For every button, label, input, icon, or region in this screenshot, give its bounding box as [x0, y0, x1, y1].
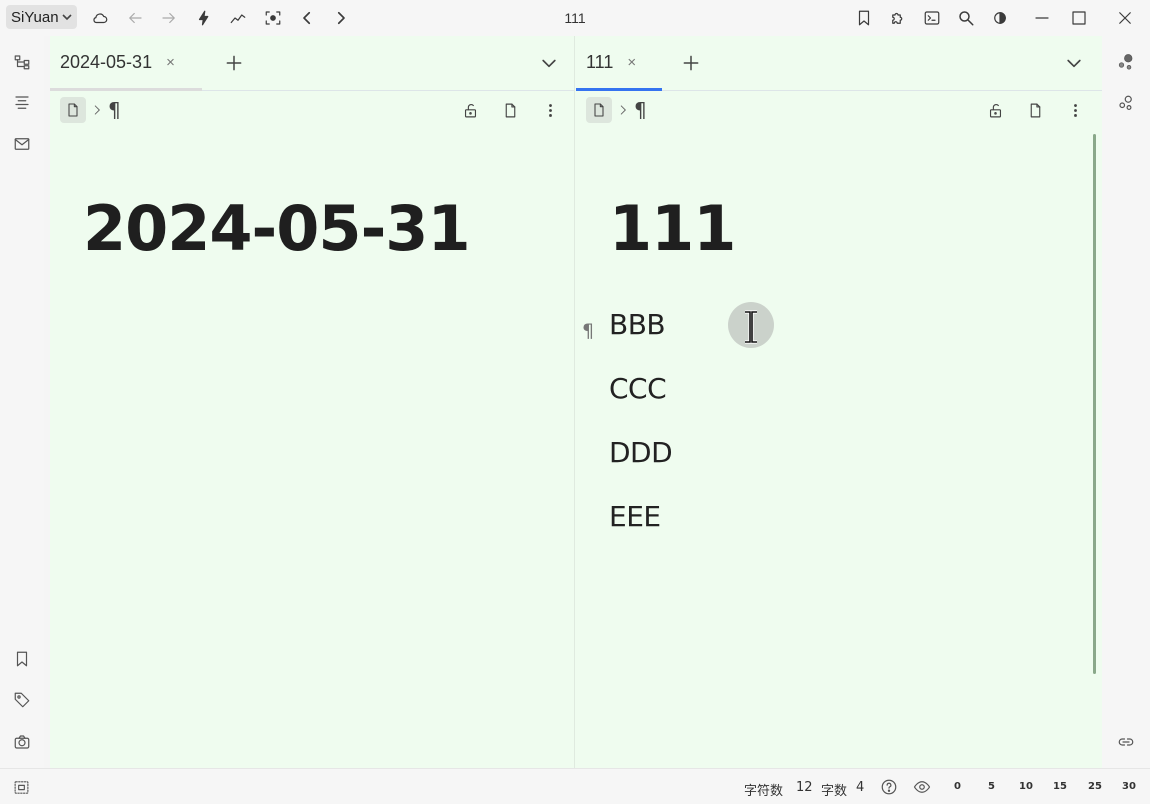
global-graph-icon[interactable] — [1115, 92, 1137, 114]
bookmark-icon[interactable] — [854, 8, 874, 28]
zoom-mark[interactable]: 10 — [1019, 781, 1033, 792]
document-icon[interactable] — [60, 97, 86, 123]
zoom-mark[interactable]: 5 — [988, 781, 995, 792]
more-icon[interactable] — [1065, 100, 1085, 120]
help-icon[interactable] — [878, 776, 900, 798]
minimize-icon[interactable] — [1032, 8, 1052, 28]
tab-bar: 2024-05-31 × — [50, 36, 574, 91]
left-dock — [0, 36, 44, 768]
zoom-mark[interactable]: 30 — [1122, 781, 1136, 792]
terminal-icon[interactable] — [922, 8, 942, 28]
editor-pane-right: 111 × ¶ 111 ¶ BBB CCC DDD EEE — [576, 36, 1102, 768]
paragraph-block[interactable]: EEE — [609, 500, 661, 533]
graph-view-icon[interactable] — [1115, 51, 1137, 73]
chevron-left-icon[interactable] — [297, 8, 317, 28]
document-title[interactable]: 111 — [609, 192, 736, 265]
outline-icon[interactable] — [11, 92, 33, 114]
breadcrumb: ¶ — [60, 96, 121, 124]
breadcrumb-paragraph[interactable]: ¶ — [634, 98, 647, 122]
word-count: 4 — [856, 780, 865, 795]
top-bar: SiYuan 111 — [0, 0, 1150, 36]
right-dock — [1102, 36, 1150, 768]
tag-icon[interactable] — [11, 689, 33, 711]
unlock-icon[interactable] — [460, 100, 480, 120]
chevron-down-icon — [61, 11, 73, 23]
theme-icon[interactable] — [990, 8, 1010, 28]
new-tab-button[interactable] — [224, 53, 246, 75]
word-count-label: 字数 — [821, 784, 848, 799]
chevron-down-icon[interactable] — [1064, 53, 1086, 75]
camera-icon[interactable] — [11, 731, 33, 753]
new-tab-button[interactable] — [681, 53, 703, 75]
status-bar: 字符数 12 字数 4 0 5 10 15 25 30 — [0, 768, 1150, 804]
tab-label: 111 — [586, 51, 614, 72]
tab-close-button[interactable]: × — [627, 54, 636, 71]
forward-icon[interactable] — [159, 8, 179, 28]
bookmark-dock-icon[interactable] — [11, 648, 33, 670]
back-icon[interactable] — [125, 8, 145, 28]
scrollbar[interactable] — [1093, 134, 1096, 674]
file-tree-icon[interactable] — [11, 51, 33, 73]
zoom-mark[interactable]: 15 — [1053, 781, 1067, 792]
inbox-icon[interactable] — [11, 133, 33, 155]
tab-111[interactable]: 111 × — [576, 36, 662, 91]
graph-icon[interactable] — [228, 8, 248, 28]
tab-bar: 111 × — [576, 36, 1102, 91]
search-icon[interactable] — [956, 8, 976, 28]
document-info-icon[interactable] — [500, 100, 520, 120]
paragraph-block[interactable]: CCC — [609, 372, 667, 405]
unlock-icon[interactable] — [985, 100, 1005, 120]
document-info-icon[interactable] — [1025, 100, 1045, 120]
editor-pane-left: 2024-05-31 × ¶ 2024-05-31 — [50, 36, 575, 768]
lightning-icon[interactable] — [194, 8, 214, 28]
close-icon[interactable] — [1115, 8, 1135, 28]
tab-2024-05-31[interactable]: 2024-05-31 × — [50, 36, 202, 91]
paragraph-block[interactable]: BBB — [609, 308, 666, 341]
document-icon[interactable] — [586, 97, 612, 123]
editor-area: 2024-05-31 × ¶ 2024-05-31 111 × ¶ 111 ¶ … — [50, 36, 1102, 768]
dock-toggle-icon[interactable] — [10, 776, 32, 798]
block-gutter-icon[interactable]: ¶ — [582, 320, 594, 342]
zoom-mark[interactable]: 0 — [954, 781, 961, 792]
chevron-right-icon — [90, 103, 104, 117]
zoom-mark[interactable]: 25 — [1088, 781, 1102, 792]
tab-close-button[interactable]: × — [166, 54, 175, 71]
chevron-right-icon[interactable] — [331, 8, 351, 28]
maximize-icon[interactable] — [1069, 8, 1089, 28]
text-cursor-icon — [745, 310, 757, 344]
chevron-right-icon — [616, 103, 630, 117]
cloud-icon[interactable] — [90, 8, 110, 28]
workspace-label: SiYuan — [11, 8, 59, 26]
char-count-label: 字符数 — [744, 784, 784, 799]
eye-icon[interactable] — [911, 776, 933, 798]
window-title: 111 — [564, 10, 586, 26]
breadcrumb-paragraph[interactable]: ¶ — [108, 98, 121, 122]
chevron-down-icon[interactable] — [539, 53, 561, 75]
focus-icon[interactable] — [263, 8, 283, 28]
puzzle-icon[interactable] — [888, 8, 908, 28]
tab-label: 2024-05-31 — [60, 51, 153, 72]
backlink-icon[interactable] — [1115, 731, 1137, 753]
workspace-button[interactable]: SiYuan — [6, 5, 77, 29]
more-icon[interactable] — [540, 100, 560, 120]
breadcrumb: ¶ — [586, 96, 647, 124]
char-count: 12 — [796, 780, 813, 795]
paragraph-block[interactable]: DDD — [609, 436, 673, 469]
document-title[interactable]: 2024-05-31 — [83, 192, 471, 265]
